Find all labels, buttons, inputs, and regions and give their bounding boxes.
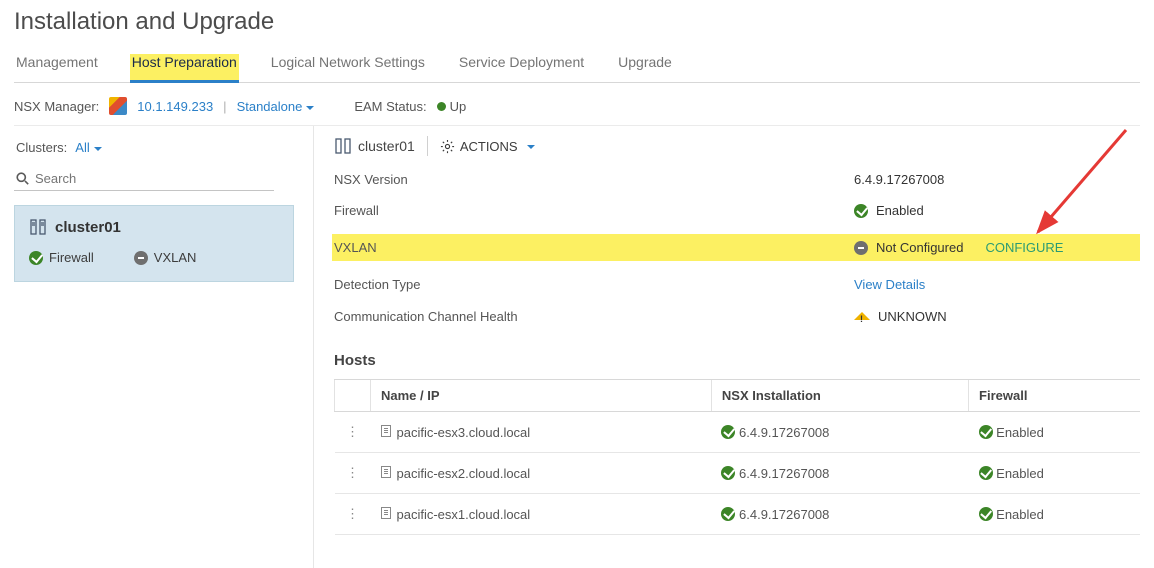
nsx-manager-icon <box>109 97 127 115</box>
cluster-vxlan-label: VXLAN <box>154 250 197 265</box>
check-ok-icon <box>721 466 735 480</box>
tab-logical-network-settings[interactable]: Logical Network Settings <box>269 54 427 82</box>
host-name[interactable]: pacific-esx1.cloud.local <box>397 507 531 522</box>
comm-channel-label: Communication Channel Health <box>334 309 854 324</box>
nsx-manager-mode-dropdown[interactable]: Standalone <box>237 99 315 114</box>
search-input[interactable] <box>35 171 272 186</box>
search-icon <box>16 172 29 185</box>
status-ok-icon <box>437 102 446 111</box>
host-firewall: Enabled <box>996 466 1044 481</box>
tab-host-preparation[interactable]: Host Preparation <box>130 54 239 83</box>
tab-management[interactable]: Management <box>14 54 100 82</box>
check-ok-icon <box>721 425 735 439</box>
host-name[interactable]: pacific-esx2.cloud.local <box>397 466 531 481</box>
host-icon <box>381 466 391 478</box>
host-firewall: Enabled <box>996 425 1044 440</box>
comm-channel-value: UNKNOWN <box>878 309 947 324</box>
tab-service-deployment[interactable]: Service Deployment <box>457 54 586 82</box>
check-ok-icon <box>854 204 868 218</box>
detection-type-label: Detection Type <box>334 277 854 292</box>
manager-row: NSX Manager: 10.1.149.233 | Standalone E… <box>14 97 1140 126</box>
eam-status-value: Up <box>450 99 467 114</box>
cluster-icon <box>29 218 47 236</box>
vxlan-value: Not Configured <box>876 240 963 255</box>
cluster-firewall-label: Firewall <box>49 250 94 265</box>
check-ok-icon <box>979 507 993 521</box>
separator: | <box>223 99 226 114</box>
col-install[interactable]: NSX Installation <box>711 380 968 412</box>
clusters-label: Clusters: <box>16 140 67 155</box>
sidebar: Clusters: All cluster01 Firewall VXLAN <box>14 126 314 568</box>
cluster-card[interactable]: cluster01 Firewall VXLAN <box>14 205 294 282</box>
host-name[interactable]: pacific-esx3.cloud.local <box>397 425 531 440</box>
host-icon <box>381 507 391 519</box>
check-ok-icon <box>979 466 993 480</box>
detection-view-details-link[interactable]: View Details <box>854 277 925 292</box>
host-icon <box>381 425 391 437</box>
row-menu-button[interactable]: ⋮ <box>335 453 371 494</box>
detail-cluster-name: cluster01 <box>358 138 415 154</box>
nsx-manager-ip[interactable]: 10.1.149.233 <box>137 99 213 114</box>
not-configured-icon <box>854 241 868 255</box>
nsx-version-label: NSX Version <box>334 172 854 187</box>
main-panel: cluster01 ACTIONS NSX Version 6.4.9.1726… <box>314 126 1140 568</box>
row-menu-button[interactable]: ⋮ <box>335 412 371 453</box>
row-menu-button[interactable]: ⋮ <box>335 494 371 535</box>
actions-dropdown[interactable]: ACTIONS <box>440 139 535 154</box>
host-install: 6.4.9.17267008 <box>739 425 829 440</box>
table-row: ⋮ pacific-esx2.cloud.local 6.4.9.1726700… <box>335 453 1141 494</box>
col-name[interactable]: Name / IP <box>371 380 712 412</box>
check-ok-icon <box>979 425 993 439</box>
actions-label: ACTIONS <box>460 139 518 154</box>
check-ok-icon <box>29 251 43 265</box>
hosts-table: Name / IP NSX Installation Firewall ⋮ pa… <box>334 379 1140 535</box>
eam-status-label: EAM Status: <box>354 99 426 114</box>
nsx-manager-label: NSX Manager: <box>14 99 99 114</box>
table-row: ⋮ pacific-esx3.cloud.local 6.4.9.1726700… <box>335 412 1141 453</box>
cluster-name-text: cluster01 <box>55 219 121 236</box>
clusters-filter-dropdown[interactable]: All <box>75 140 101 155</box>
cluster-icon <box>334 137 352 155</box>
not-configured-icon <box>134 251 148 265</box>
host-firewall: Enabled <box>996 507 1044 522</box>
host-install: 6.4.9.17267008 <box>739 466 829 481</box>
configure-vxlan-link[interactable]: CONFIGURE <box>985 240 1063 255</box>
firewall-value: Enabled <box>876 203 924 218</box>
search-input-wrapper[interactable] <box>14 167 274 191</box>
gear-icon <box>440 139 455 154</box>
divider <box>427 136 428 156</box>
check-ok-icon <box>721 507 735 521</box>
warning-icon <box>854 304 870 320</box>
nsx-version-value: 6.4.9.17267008 <box>854 172 944 187</box>
hosts-title: Hosts <box>334 352 1140 369</box>
tab-upgrade[interactable]: Upgrade <box>616 54 674 82</box>
col-firewall[interactable]: Firewall <box>969 380 1140 412</box>
tabs-bar: Management Host Preparation Logical Netw… <box>14 54 1140 83</box>
table-row: ⋮ pacific-esx1.cloud.local 6.4.9.1726700… <box>335 494 1141 535</box>
host-install: 6.4.9.17267008 <box>739 507 829 522</box>
page-title: Installation and Upgrade <box>14 8 1140 36</box>
vxlan-label: VXLAN <box>332 234 854 261</box>
firewall-label: Firewall <box>334 203 854 218</box>
